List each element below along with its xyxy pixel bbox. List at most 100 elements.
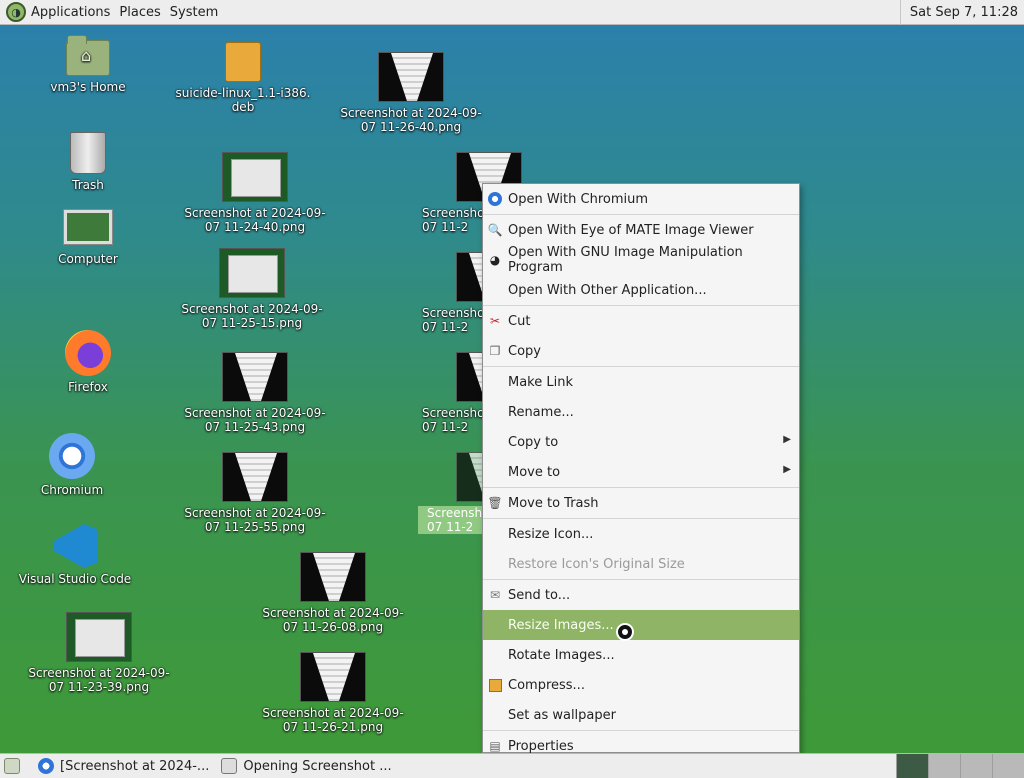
workspace-3[interactable] [960,754,992,778]
workspace-1[interactable] [896,754,928,778]
window-icon [221,758,238,774]
vscode-icon [53,524,97,568]
mouse-cursor-icon [616,623,634,641]
gimp-icon: ◕ [489,253,501,267]
menu-item-rotate-images[interactable]: Rotate Images... [483,640,799,670]
desktop-icon-home[interactable]: ⌂ vm3's Home [13,35,163,94]
desktop-icon-label: Screenshot at 2024-09- 07 11-26-21.png [262,706,404,734]
clock[interactable]: Sat Sep 7, 11:28 [899,0,1024,25]
desktop-icon-computer[interactable]: Computer [13,209,163,266]
chromium-icon [49,433,95,479]
computer-icon [63,209,113,245]
chromium-icon [487,191,503,207]
image-thumbnail-icon [66,612,132,662]
send-icon: ✉ [489,588,501,602]
context-menu: Open With Chromium 🔍 Open With Eye of MA… [482,183,800,754]
taskbar-item-label: [Screenshot at 2024-... [60,758,210,774]
menu-item-label: Send to... [508,587,571,603]
trash-icon [70,132,106,174]
menu-item-label: Resize Icon... [508,526,594,542]
copy-icon: ❐ [489,344,501,358]
menu-item-restore-icon-size: Restore Icon's Original Size [483,549,799,579]
menu-item-label: Copy [508,343,541,359]
menu-item-label: Open With Other Application... [508,282,707,298]
desktop-icon-chromium[interactable]: Chromium [0,433,147,497]
top-panel: ◑ Applications Places System Sat Sep 7, … [0,0,1024,25]
menu-item-label: Move to Trash [508,495,599,511]
mate-logo-icon[interactable]: ◑ [6,2,26,22]
menu-item-move-to[interactable]: Move to ▶ [483,457,799,487]
desktop-icon-screenshot[interactable]: Screenshot at 2024-09- 07 11-25-55.png [180,452,330,534]
chromium-icon [38,758,54,774]
submenu-arrow-icon: ▶ [783,434,791,445]
menu-item-open-with-gimp[interactable]: ◕ Open With GNU Image Manipulation Progr… [483,245,799,275]
bottom-panel: [Screenshot at 2024-... Opening Screensh… [0,753,1024,778]
menu-applications[interactable]: Applications [31,5,110,20]
desktop-icon-screenshot[interactable]: Screenshot at 2024-09- 07 11-26-21.png [258,652,408,734]
menu-item-copy[interactable]: ❐ Copy [483,336,799,366]
desktop-icon-screenshot[interactable]: Screenshot at 2024-09- 07 11-26-08.png [258,552,408,634]
taskbar-item-label: Opening Screenshot ... [243,758,392,774]
menu-item-open-with-other[interactable]: Open With Other Application... [483,275,799,305]
desktop-icon-label: Screenshot at 2024-09- 07 11-25-43.png [184,406,326,434]
image-thumbnail-icon [222,452,288,502]
desktop-icon-vscode[interactable]: Visual Studio Code [0,524,150,586]
menu-item-label: Compress... [508,677,585,693]
image-thumbnail-icon [219,248,285,298]
desktop-icon-screenshot[interactable]: Screenshot at 2024-09- 07 11-24-40.png [180,152,330,234]
menu-item-compress[interactable]: Compress... [483,670,799,700]
desktop-icon-screenshot[interactable]: Screenshot at 2024-09- 07 11-26-40.png [336,52,486,134]
menu-item-open-with-chromium[interactable]: Open With Chromium [483,184,799,214]
menu-item-label: Restore Icon's Original Size [508,556,685,572]
desktop-icon-firefox[interactable]: Firefox [13,330,163,394]
trash-icon: 🗑 [487,496,503,510]
menu-item-label: Make Link [508,374,573,390]
menu-places[interactable]: Places [119,5,160,20]
image-thumbnail-icon [300,652,366,702]
properties-icon: ▤ [489,739,501,753]
menu-item-rename[interactable]: Rename... [483,397,799,427]
menu-item-resize-icon[interactable]: Resize Icon... [483,519,799,549]
archive-icon [487,677,503,693]
taskbar-item-opening[interactable]: Opening Screenshot ... [215,754,397,778]
menu-item-resize-images[interactable]: Resize Images... [483,610,799,640]
workspace-4[interactable] [992,754,1024,778]
desktop-icon-label: vm3's Home [50,80,126,94]
workspace-switcher [896,754,1024,778]
firefox-icon [65,330,111,376]
desktop-icon-label: Screenshot at 2024-09- 07 11-25-55.png [184,506,326,534]
image-thumbnail-icon [378,52,444,102]
desktop-icon-trash[interactable]: Trash [13,132,163,192]
show-desktop-icon [4,758,20,774]
menu-item-label: Open With Eye of MATE Image Viewer [508,222,754,238]
taskbar-item-chromium[interactable]: [Screenshot at 2024-... [32,754,215,778]
image-thumbnail-icon [300,552,366,602]
menu-item-make-link[interactable]: Make Link [483,367,799,397]
menu-item-set-wallpaper[interactable]: Set as wallpaper [483,700,799,730]
menu-item-open-with-eom[interactable]: 🔍 Open With Eye of MATE Image Viewer [483,215,799,245]
desktop-icon-label: Computer [58,252,118,266]
desktop-icon-label: Chromium [40,483,104,497]
package-icon [225,42,261,82]
scissors-icon: ✂ [489,314,501,328]
menu-item-move-to-trash[interactable]: 🗑 Move to Trash [483,488,799,518]
home-folder-icon: ⌂ [66,35,110,76]
menu-item-label: Rename... [508,404,574,420]
desktop-icon-deb-package[interactable]: suicide-linux_1.1-i386. deb [168,42,318,114]
desktop-icon-label: Trash [72,178,104,192]
desktop-icon-label: Screenshot at 2024-09- 07 11-26-40.png [340,106,482,134]
menu-system[interactable]: System [170,5,218,20]
workspace-2[interactable] [928,754,960,778]
desktop-icon-label: Screenshot at 2024-09- 07 11-24-40.png [184,206,326,234]
image-viewer-icon: 🔍 [487,223,503,237]
desktop-icon-screenshot[interactable]: Screenshot at 2024-09- 07 11-25-15.png [177,248,327,330]
menu-item-cut[interactable]: ✂ Cut [483,306,799,336]
desktop-icon-label: suicide-linux_1.1-i386. deb [175,86,311,114]
show-desktop-button[interactable] [0,754,32,778]
desktop-icon-screenshot[interactable]: Screenshot at 2024-09- 07 11-23-39.png [24,612,174,694]
menu-item-send-to[interactable]: ✉ Send to... [483,580,799,610]
desktop-icon-label: Screenshot at 2024-09- 07 11-25-15.png [181,302,323,330]
menu-item-copy-to[interactable]: Copy to ▶ [483,427,799,457]
desktop-icon-label: Screenshot at 2024-09- 07 11-26-08.png [262,606,404,634]
desktop-icon-screenshot[interactable]: Screenshot at 2024-09- 07 11-25-43.png [180,352,330,434]
